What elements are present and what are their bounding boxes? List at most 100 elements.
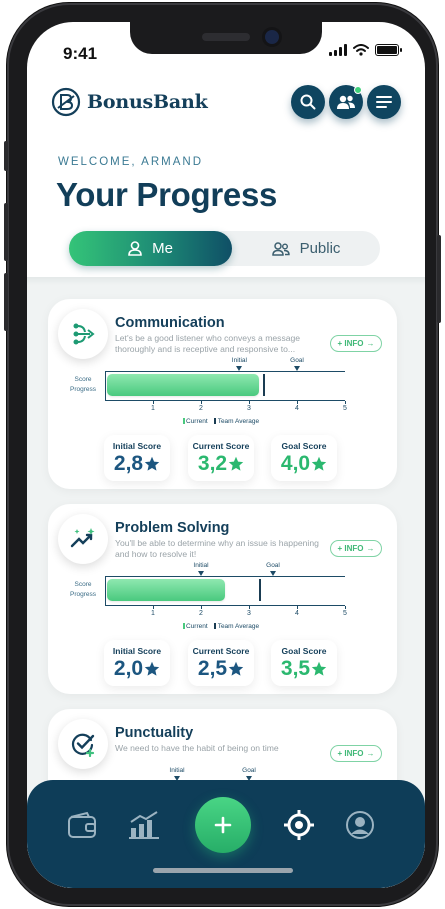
- arrow-right-icon: →: [366, 339, 375, 348]
- card-icon-wrap: [58, 719, 108, 769]
- x-tick-label: 2: [199, 405, 203, 412]
- goal-marker: [270, 571, 276, 576]
- goal-marker: [294, 366, 300, 371]
- x-tick: [201, 401, 202, 404]
- initial-marker-label: Initial: [231, 357, 247, 364]
- wallet-icon: [68, 811, 96, 838]
- status-time: 9:41: [63, 44, 98, 63]
- phone-frame: 9:41 BonusBank WELCOME, ARMAND Your Prog…: [4, 3, 441, 906]
- speaker: [202, 33, 250, 41]
- brand-logo: BonusBank: [51, 87, 208, 117]
- view-toggle: Me Public: [69, 231, 380, 266]
- current-score-label: Current Score: [192, 645, 250, 656]
- user-icon: [128, 241, 142, 256]
- info-button[interactable]: + INFO →: [330, 745, 382, 762]
- users-icon: [337, 95, 355, 109]
- current-score-bar: [107, 579, 225, 601]
- initial-score-value: 2,8: [114, 452, 160, 476]
- nav-profile[interactable]: [343, 808, 377, 842]
- initial-score-box: Initial Score 2,8: [104, 435, 170, 481]
- volume-up-button: [4, 203, 8, 261]
- info-button[interactable]: + INFO →: [330, 335, 382, 352]
- search-button[interactable]: [291, 85, 325, 119]
- score-progress-label: Score Progress: [69, 581, 96, 598]
- x-tick-label: 5: [343, 610, 347, 617]
- notch: [130, 22, 322, 54]
- target-icon: [284, 810, 314, 840]
- x-tick-label: 1: [151, 610, 155, 617]
- star-icon: [228, 456, 244, 471]
- problem-solving-icon: [70, 528, 95, 548]
- menu-icon: [376, 96, 392, 108]
- team-average-marker: [263, 374, 266, 396]
- card-icon-wrap: [58, 309, 108, 359]
- x-tick: [249, 401, 250, 404]
- goal-marker-label: Goal: [290, 357, 304, 364]
- bonusbank-logo-icon: [51, 87, 81, 117]
- page-title: Your Progress: [56, 176, 278, 213]
- nav-stats[interactable]: [127, 808, 161, 842]
- initial-marker: [236, 366, 243, 371]
- nav-goals[interactable]: [282, 808, 316, 842]
- legend-team-average: Team Average: [214, 623, 259, 630]
- battery-icon: [375, 44, 402, 56]
- initial-score-number: 2,0: [113, 656, 144, 680]
- initial-score-box: Initial Score 2,0: [104, 640, 170, 686]
- communication-icon: [73, 323, 95, 345]
- info-button[interactable]: + INFO →: [330, 540, 382, 557]
- search-icon: [300, 94, 316, 110]
- current-score-box: Current Score 3,2: [188, 435, 254, 481]
- initial-marker-label: Initial: [169, 767, 185, 774]
- current-score-label: Current Score: [192, 440, 250, 451]
- current-score-box: Current Score 2,5: [188, 640, 254, 686]
- x-tick: [345, 606, 346, 609]
- plus-icon: [214, 816, 232, 834]
- x-tick: [297, 606, 298, 609]
- menu-button[interactable]: [367, 85, 401, 119]
- chart-icon: [129, 811, 159, 839]
- x-tick-label: 3: [247, 405, 251, 412]
- punctuality-check-icon: [71, 733, 95, 757]
- x-tick: [297, 401, 298, 404]
- home-indicator: [153, 868, 293, 873]
- card-icon-wrap: [58, 514, 108, 564]
- initial-score-label: Initial Score: [112, 440, 162, 451]
- goal-score-value: 3,5: [281, 657, 327, 681]
- nav-wallet[interactable]: [65, 808, 99, 842]
- goal-score-number: 4,0: [280, 451, 311, 475]
- x-tick: [153, 606, 154, 609]
- skill-card-communication: Communication Let's be a good listener w…: [48, 299, 397, 489]
- notification-dot: [354, 86, 362, 94]
- legend-current: Current: [183, 623, 208, 630]
- team-button[interactable]: [329, 85, 363, 119]
- bar-axis: [105, 371, 106, 401]
- initial-marker: [198, 571, 204, 576]
- current-score-value: 2,5: [198, 657, 244, 681]
- x-tick: [249, 606, 250, 609]
- chart-legend: Current Team Average: [183, 623, 259, 630]
- goal-score-label: Goal Score: [281, 645, 327, 656]
- card-description: Let's be a good listener who conveys a m…: [115, 333, 301, 354]
- add-button[interactable]: [195, 797, 251, 853]
- x-tick-label: 2: [199, 610, 203, 617]
- legend-team-average: Team Average: [214, 418, 259, 425]
- profile-icon: [346, 811, 374, 839]
- star-icon: [144, 456, 160, 471]
- x-tick: [201, 606, 202, 609]
- goal-score-label: Goal Score: [281, 440, 327, 451]
- power-button: [437, 235, 441, 323]
- toggle-public[interactable]: Public: [232, 231, 380, 266]
- goal-score-value: 4,0: [281, 452, 327, 476]
- x-tick: [153, 401, 154, 404]
- toggle-me[interactable]: Me: [69, 231, 232, 266]
- info-label: + INFO: [337, 749, 364, 758]
- front-camera: [265, 30, 279, 44]
- users-outline-icon: [271, 241, 290, 256]
- info-label: + INFO: [337, 544, 364, 553]
- status-icons: [329, 44, 402, 56]
- goal-marker-label: Goal: [242, 767, 256, 774]
- x-tick-label: 1: [151, 405, 155, 412]
- card-description: We need to have the habit of being on ti…: [115, 743, 279, 753]
- card-title: Punctuality: [115, 725, 194, 741]
- team-average-marker: [258, 579, 261, 601]
